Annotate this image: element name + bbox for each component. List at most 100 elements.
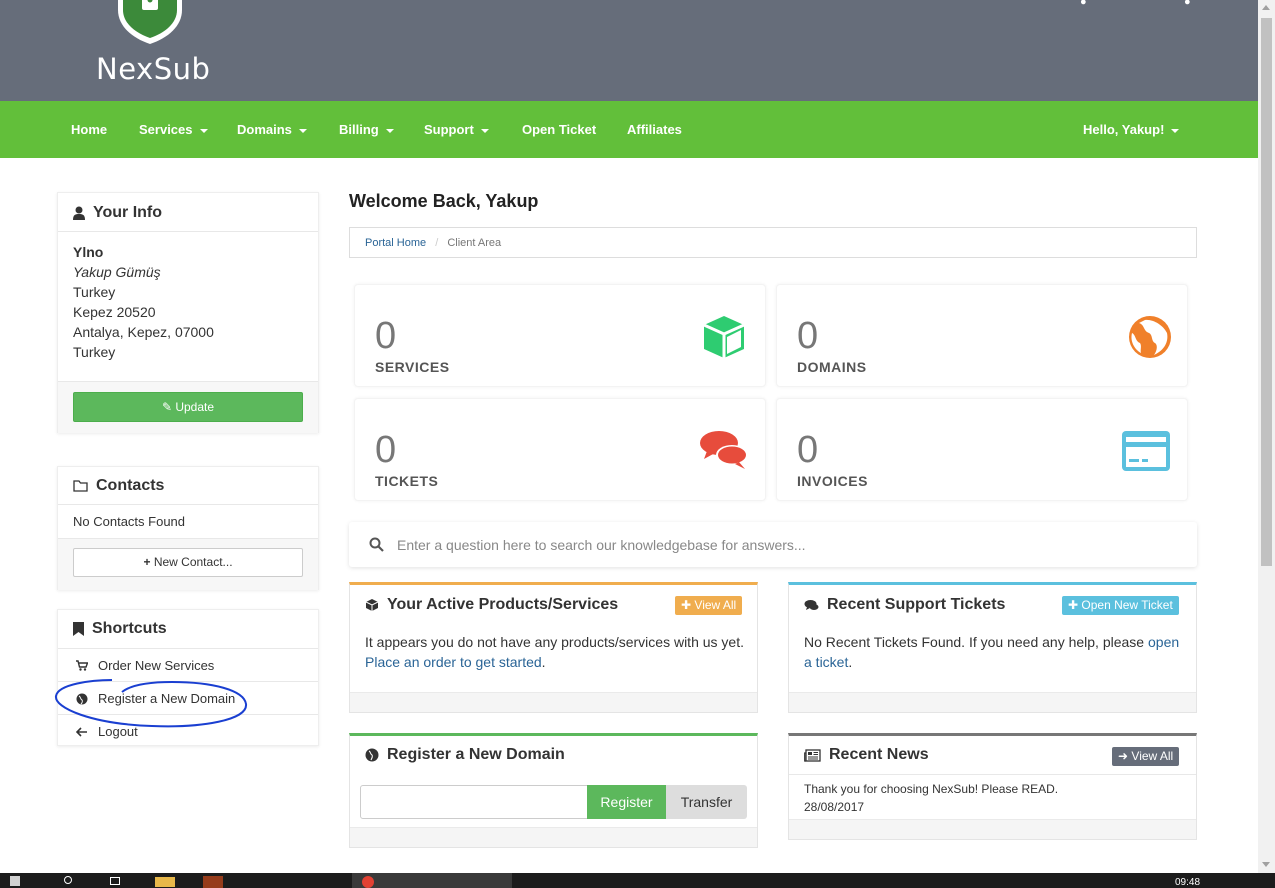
cart-icon[interactable]: ● bbox=[1080, 0, 1087, 8]
tile-count: 0 bbox=[797, 429, 819, 471]
products-view-all-button[interactable]: ✚ View All bbox=[675, 596, 743, 615]
shortcut-logout[interactable]: Logout bbox=[58, 715, 318, 748]
client-area-page: NexSub ● ● Home Services Domains Billing… bbox=[0, 0, 1258, 873]
shortcut-register-new-domain[interactable]: Register a New Domain bbox=[58, 682, 318, 715]
taskbar-clock: 09:48 bbox=[1175, 877, 1201, 888]
products-card-text: It appears you do not have any products/… bbox=[365, 634, 744, 670]
vertical-scrollbar[interactable] bbox=[1258, 0, 1275, 873]
contacts-panel: Contacts No Contacts Found + New Contact… bbox=[57, 466, 319, 590]
shortcuts-title: Shortcuts bbox=[73, 620, 167, 638]
shortcut-order-new-services[interactable]: Order New Services bbox=[58, 649, 318, 682]
scroll-up-icon[interactable] bbox=[1262, 5, 1270, 10]
divider bbox=[58, 231, 318, 232]
tile-count: 0 bbox=[375, 315, 397, 357]
contacts-title: Contacts bbox=[73, 477, 164, 495]
info-address-1: Turkey bbox=[73, 284, 116, 300]
your-info-panel: Your Info Ylno Yakup Gümüş Turkey Kepez … bbox=[57, 192, 319, 433]
windows-start-icon[interactable] bbox=[10, 876, 20, 886]
user-icon bbox=[73, 206, 85, 220]
search-icon[interactable] bbox=[64, 876, 72, 884]
tile-invoices[interactable]: 0 INVOICES bbox=[776, 398, 1188, 501]
card-footer bbox=[350, 692, 757, 712]
comments-icon bbox=[804, 599, 819, 610]
nav-home[interactable]: Home bbox=[71, 122, 107, 137]
open-new-ticket-button[interactable]: ✚ Open New Ticket bbox=[1062, 596, 1179, 615]
nav-support[interactable]: Support bbox=[424, 122, 489, 137]
tile-services[interactable]: 0 SERVICES bbox=[354, 284, 766, 387]
info-company: Ylno bbox=[73, 244, 104, 260]
tile-count: 0 bbox=[375, 429, 397, 471]
search-input[interactable] bbox=[397, 522, 1177, 567]
tile-tickets[interactable]: 0 TICKETS bbox=[354, 398, 766, 501]
plus-icon: ✚ bbox=[1068, 598, 1079, 612]
breadcrumb-portal-home[interactable]: Portal Home bbox=[365, 237, 426, 249]
info-name: Yakup Gümüş bbox=[73, 264, 161, 280]
tile-label: DOMAINS bbox=[797, 359, 867, 375]
recent-news-card: Recent News ➜ View All Thank you for cho… bbox=[788, 733, 1197, 840]
news-item[interactable]: Thank you for choosing NexSub! Please RE… bbox=[804, 780, 1058, 816]
tickets-card-text: No Recent Tickets Found. If you need any… bbox=[804, 634, 1180, 670]
domain-input[interactable] bbox=[360, 785, 588, 819]
nav-services[interactable]: Services bbox=[139, 122, 208, 137]
nav-open-ticket[interactable]: Open Ticket bbox=[522, 122, 596, 137]
newspaper-icon bbox=[804, 748, 821, 762]
cube-icon bbox=[703, 316, 745, 358]
search-icon[interactable] bbox=[369, 537, 384, 552]
top-header: NexSub ● ● bbox=[0, 0, 1258, 101]
chevron-down-icon bbox=[480, 128, 489, 133]
globe-icon bbox=[365, 748, 379, 762]
chevron-down-icon bbox=[298, 128, 307, 133]
pencil-icon: ✎ bbox=[161, 400, 172, 414]
products-card-title: Your Active Products/Services bbox=[365, 596, 618, 614]
card-footer bbox=[350, 827, 757, 847]
news-view-all-button[interactable]: ➜ View All bbox=[1112, 747, 1180, 766]
register-button[interactable]: Register bbox=[587, 785, 666, 819]
divider bbox=[789, 774, 1196, 775]
info-address-2: Kepez 20520 bbox=[73, 304, 156, 320]
nav-affiliates[interactable]: Affiliates bbox=[627, 122, 682, 137]
news-item-date: 28/08/2017 bbox=[804, 800, 865, 814]
scroll-thumb[interactable] bbox=[1261, 18, 1272, 566]
breadcrumb-current: Client Area bbox=[447, 237, 502, 249]
app-icon[interactable] bbox=[203, 876, 223, 888]
new-contact-button[interactable]: + New Contact... bbox=[73, 548, 303, 577]
divider bbox=[58, 504, 318, 505]
tile-count: 0 bbox=[797, 315, 819, 357]
comments-icon bbox=[700, 431, 748, 469]
knowledgebase-search bbox=[349, 522, 1197, 567]
transfer-button[interactable]: Transfer bbox=[666, 785, 747, 819]
credit-card-icon bbox=[1122, 431, 1170, 471]
nav-billing[interactable]: Billing bbox=[339, 122, 394, 137]
file-explorer-icon[interactable] bbox=[155, 877, 175, 887]
shortcuts-panel: Shortcuts Order New Services Register a … bbox=[57, 609, 319, 746]
nav-user-menu[interactable]: Hello, Yakup! bbox=[1083, 122, 1180, 137]
arrow-left-icon bbox=[76, 726, 87, 737]
arrow-right-icon: ➜ bbox=[1118, 749, 1129, 763]
place-order-link[interactable]: Place an order to get started bbox=[365, 654, 542, 670]
bookmark-icon bbox=[73, 622, 84, 636]
register-domain-title: Register a New Domain bbox=[365, 746, 565, 764]
tile-label: INVOICES bbox=[797, 473, 868, 489]
info-city: Antalya, Kepez, 07000 bbox=[73, 324, 214, 340]
main-navbar: Home Services Domains Billing Support Op… bbox=[0, 101, 1258, 158]
chevron-down-icon bbox=[385, 128, 394, 133]
os-taskbar: 09:48 bbox=[0, 873, 1275, 888]
breadcrumb: Portal Home / Client Area bbox=[349, 227, 1197, 258]
plus-icon: + bbox=[143, 555, 151, 569]
scroll-down-icon[interactable] bbox=[1262, 862, 1270, 867]
task-view-icon[interactable] bbox=[110, 877, 120, 885]
news-item-title[interactable]: Thank you for choosing NexSub! Please RE… bbox=[804, 780, 1058, 798]
taskbar-active-window[interactable] bbox=[352, 873, 512, 888]
recent-news-title: Recent News bbox=[804, 746, 929, 764]
update-button[interactable]: ✎ Update bbox=[73, 392, 303, 422]
brand-logo[interactable]: NexSub bbox=[96, 52, 210, 86]
chevron-down-icon bbox=[1171, 128, 1180, 133]
folder-icon bbox=[73, 480, 88, 492]
active-products-card: Your Active Products/Services ✚ View All… bbox=[349, 582, 758, 713]
tile-domains[interactable]: 0 DOMAINS bbox=[776, 284, 1188, 387]
plus-icon: ✚ bbox=[681, 598, 692, 612]
language-icon[interactable]: ● bbox=[1184, 0, 1191, 8]
card-footer bbox=[789, 819, 1196, 839]
nav-domains[interactable]: Domains bbox=[237, 122, 307, 137]
card-footer bbox=[789, 692, 1196, 712]
